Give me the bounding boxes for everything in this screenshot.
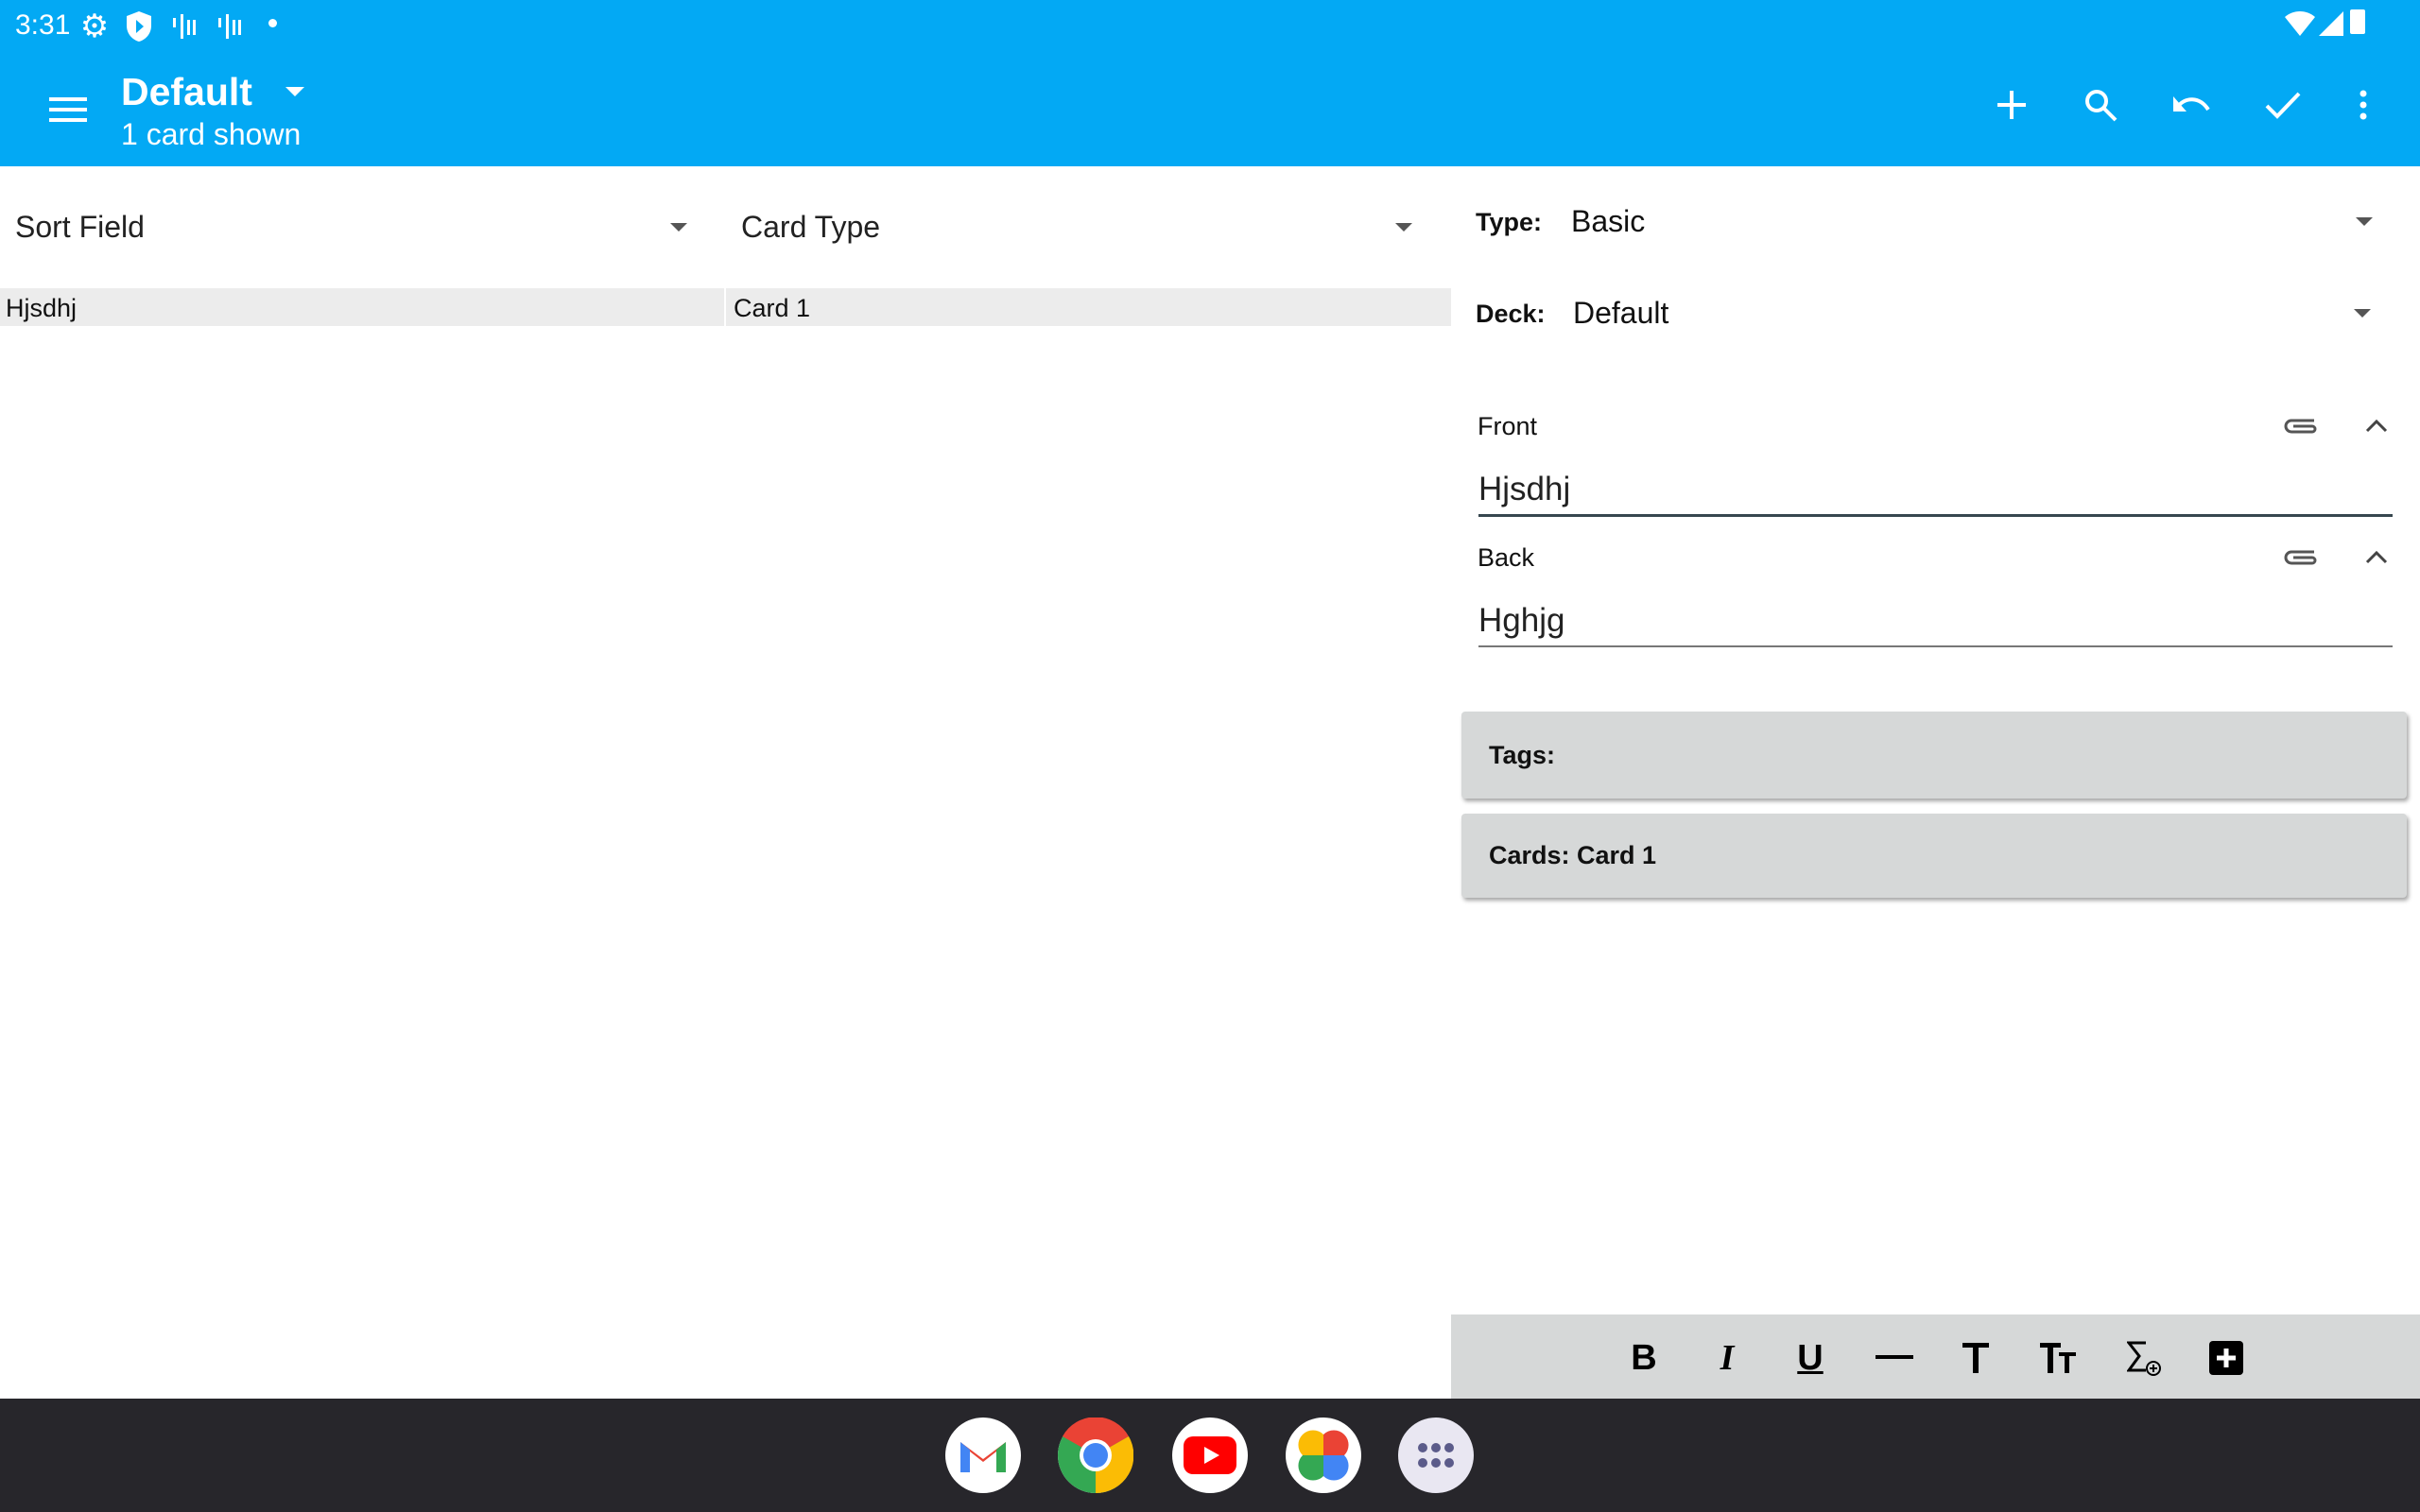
text-case-icon[interactable] — [2032, 1332, 2085, 1384]
notification-dot-icon — [268, 19, 277, 27]
search-icon[interactable] — [2072, 77, 2129, 133]
cell-sort-field: Hjsdhj — [6, 294, 78, 322]
more-vert-icon[interactable] — [2344, 77, 2382, 133]
note-type-spinner[interactable]: Type: Basic — [1451, 189, 2420, 255]
sort-field-label: Sort Field — [15, 210, 145, 244]
dropdown-arrow-icon — [670, 223, 687, 232]
card-type-spinner[interactable]: Card Type — [726, 189, 1426, 265]
status-bar: 3:31 ⚙ — [0, 0, 2420, 59]
signal-icon — [2318, 9, 2344, 38]
front-field-label: Front — [1478, 412, 1538, 440]
dropdown-arrow-icon — [285, 87, 304, 96]
collapse-chevron-up-icon[interactable] — [2358, 540, 2395, 574]
dropdown-arrow-icon — [2356, 217, 2373, 226]
back-field-input[interactable]: Hghjg — [1478, 602, 2393, 647]
audio-icon — [170, 9, 199, 43]
cards-button[interactable]: Cards: Card 1 — [1461, 814, 2407, 898]
cell-card-type: Card 1 — [734, 294, 811, 322]
audio-icon — [216, 9, 244, 43]
underline-icon[interactable]: U — [1784, 1332, 1837, 1384]
app-drawer-icon[interactable] — [1398, 1418, 1474, 1493]
bold-icon[interactable]: B — [1617, 1332, 1670, 1384]
card-type-label: Card Type — [741, 210, 881, 244]
table-row[interactable]: Hjsdhj Card 1 — [0, 288, 1451, 326]
clock: 3:31 — [15, 9, 71, 41]
wifi-icon — [2284, 9, 2316, 38]
photos-icon[interactable] — [1286, 1418, 1361, 1493]
column-divider — [724, 288, 726, 326]
back-field-value: Hghjg — [1478, 602, 1565, 639]
app-bar: Default 1 card shown — [0, 59, 2420, 166]
cards-shown-subtitle: 1 card shown — [121, 117, 302, 151]
shield-play-icon — [125, 8, 153, 45]
tags-button[interactable]: Tags: — [1461, 712, 2407, 799]
text-size-icon[interactable] — [1949, 1332, 2002, 1384]
attachment-icon[interactable] — [2280, 408, 2322, 442]
menu-icon[interactable] — [38, 79, 98, 140]
dropdown-arrow-icon — [1395, 223, 1412, 232]
front-field-value: Hjsdhj — [1478, 471, 1571, 507]
youtube-icon[interactable] — [1172, 1418, 1248, 1493]
deck-value: Default — [1573, 296, 1669, 330]
tags-label: Tags: — [1489, 740, 1556, 769]
italic-icon[interactable]: I — [1701, 1332, 1754, 1384]
collapse-chevron-up-icon[interactable] — [2358, 408, 2395, 442]
deck-label: Deck: — [1476, 300, 1546, 328]
cards-label: Cards: Card 1 — [1489, 841, 1657, 869]
deck-spinner[interactable]: Deck: Default — [1451, 280, 2420, 346]
chrome-icon[interactable] — [1058, 1418, 1133, 1493]
type-label: Type: — [1476, 208, 1543, 236]
type-value: Basic — [1571, 204, 1646, 238]
settings-icon: ⚙ — [79, 9, 110, 44]
back-field-label: Back — [1478, 543, 1535, 572]
battery-icon — [2350, 9, 2365, 34]
undo-icon[interactable] — [2164, 77, 2221, 133]
horizontal-rule-icon[interactable] — [1868, 1332, 1921, 1384]
add-custom-button-icon[interactable] — [2200, 1332, 2253, 1384]
deck-selector[interactable]: Default 1 card shown — [121, 64, 320, 159]
add-icon[interactable] — [1983, 77, 2040, 133]
dropdown-arrow-icon — [2354, 309, 2371, 318]
gmail-icon[interactable] — [945, 1418, 1021, 1493]
check-icon[interactable] — [2255, 77, 2311, 133]
deck-title: Default — [121, 70, 252, 113]
format-toolbar: B I U — [1451, 1314, 2420, 1399]
attachment-icon[interactable] — [2280, 540, 2322, 574]
mathjax-icon[interactable] — [2119, 1332, 2172, 1384]
sort-field-spinner[interactable]: Sort Field — [0, 189, 709, 265]
front-field-input[interactable]: Hjsdhj — [1478, 471, 2393, 517]
